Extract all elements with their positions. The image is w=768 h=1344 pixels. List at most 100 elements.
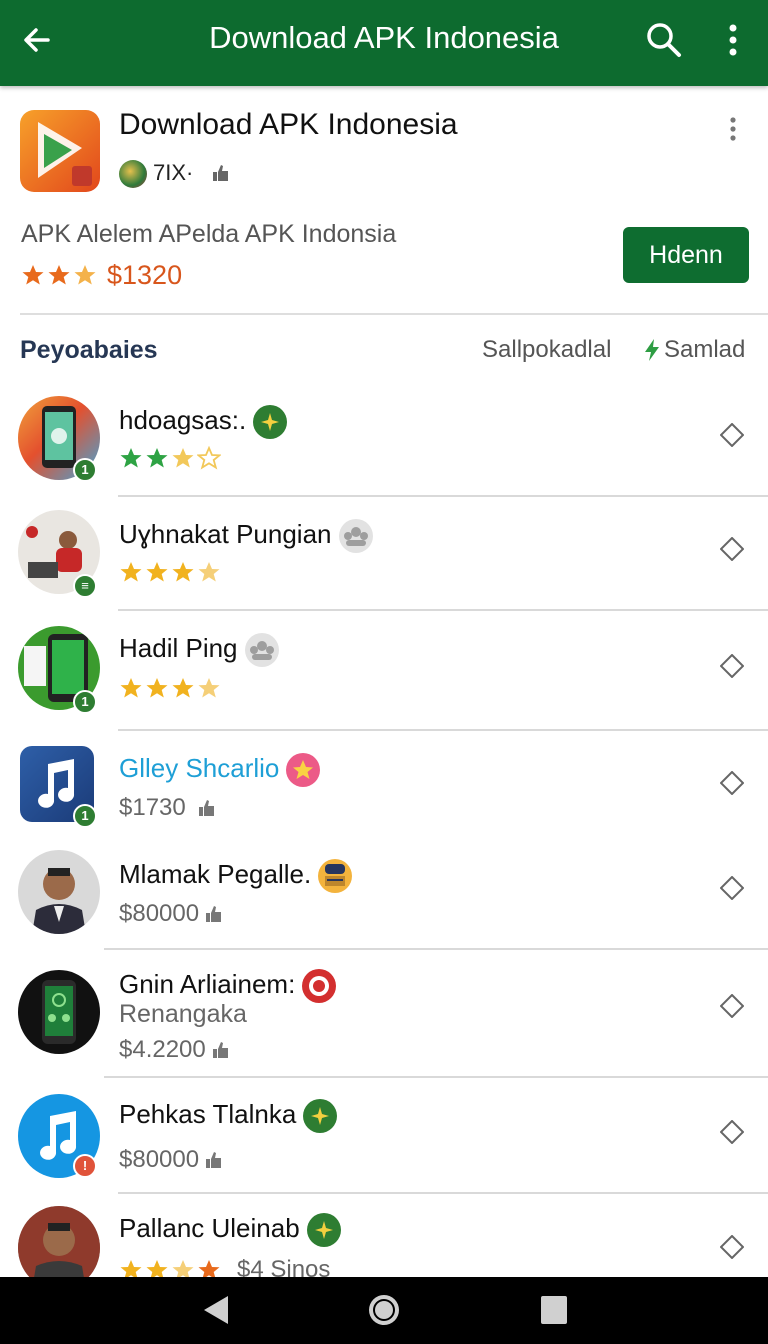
search-icon[interactable] [642, 18, 686, 62]
system-nav-bar [0, 1277, 768, 1344]
developer-name[interactable]: 7IX· [153, 160, 193, 186]
nav-home-icon[interactable] [364, 1292, 404, 1328]
list-item[interactable]: Gnin Arliainem: Renangaka $4.2200 [0, 962, 768, 1078]
diamond-icon[interactable] [720, 654, 744, 678]
app-thumbnail [18, 850, 100, 934]
status-badge: 1 [73, 690, 97, 714]
thumbs-up-icon [206, 1152, 222, 1168]
app-price: $4.2200 [119, 1036, 206, 1063]
diamond-icon[interactable] [720, 876, 744, 900]
install-button[interactable]: Hdenn [623, 227, 749, 283]
section-link-primary[interactable]: Sallpokadlal [482, 336, 611, 364]
nav-back-icon[interactable] [196, 1292, 236, 1328]
app-rating [119, 676, 223, 700]
list-item[interactable]: 1 Hadil Ping [0, 620, 768, 731]
divider [118, 609, 768, 611]
divider [118, 1192, 768, 1194]
star-icon [146, 1260, 168, 1277]
app-rating [119, 446, 223, 470]
list-item[interactable]: ≡ Uɣhnakat Pungian [0, 506, 768, 612]
app-name: Glley Shcarlio [119, 752, 321, 788]
app-price: $1730 [119, 794, 186, 821]
app-title: Download APK Indonesia [119, 108, 458, 141]
app-rating [119, 560, 223, 584]
app-name: Uɣhnakat Pungian [119, 518, 374, 554]
group-badge-icon [338, 519, 373, 553]
section-link-secondary[interactable]: Samlad [642, 336, 745, 364]
star-icon [120, 678, 142, 698]
app-price-row: $80000 [119, 900, 223, 928]
star-half-icon [172, 448, 194, 468]
app-price: $1320 [107, 259, 183, 290]
section-link-label: Samlad [664, 336, 746, 363]
app-name: Gnin Arliainem: [119, 968, 337, 1004]
star-half-icon [198, 562, 220, 582]
app-thumbnail [18, 970, 100, 1054]
thumbs-up-icon [206, 906, 222, 922]
star-empty-icon [197, 446, 221, 470]
star-icon [120, 448, 142, 468]
thumbs-up-icon [198, 800, 214, 816]
app-price: $80000 [119, 900, 200, 927]
list-item[interactable]: 1 hdoagsas:. [0, 390, 768, 497]
nav-recents-icon[interactable] [534, 1292, 574, 1328]
star-badge-icon [286, 753, 321, 787]
star-icon [146, 678, 168, 698]
app-price-row: $1730 [119, 794, 216, 822]
divider [20, 313, 768, 315]
app-price-row: $80000 [119, 1146, 223, 1174]
star-icon [120, 562, 142, 582]
star-icon [172, 562, 194, 582]
app-description: APK Alelem APelda APK Indonsia [21, 220, 397, 248]
plus-badge-icon [253, 405, 288, 439]
divider [104, 948, 768, 950]
group-badge-icon [244, 633, 279, 667]
status-badge: 1 [73, 458, 97, 482]
thumbs-up-icon [213, 165, 228, 181]
diamond-icon[interactable] [720, 1235, 744, 1259]
more-vert-icon[interactable] [720, 116, 746, 142]
star-icon [48, 265, 70, 285]
app-price: $80000 [119, 1146, 200, 1173]
star-icon [120, 1260, 142, 1277]
record-badge-icon [302, 969, 337, 1003]
app-bar: Download APK Indonesia [0, 0, 768, 86]
app-name: Mlamak Pegalle. [119, 858, 353, 894]
status-badge: 1 [73, 804, 97, 828]
star-icon [198, 1260, 220, 1277]
app-name: hdoagsas:. [119, 404, 288, 440]
star-half-icon [198, 678, 220, 698]
diamond-icon[interactable] [720, 423, 744, 447]
diamond-icon[interactable] [720, 537, 744, 561]
divider [118, 729, 768, 731]
app-rating: $1320 [21, 258, 182, 292]
star-half-icon [172, 1260, 194, 1277]
star-half-icon [74, 265, 96, 285]
app-icon [20, 110, 100, 192]
diamond-icon[interactable] [720, 1120, 744, 1144]
app-rating: $4 Sinos [119, 1256, 330, 1277]
plus-badge-icon [303, 1099, 338, 1133]
status-badge: ≡ [73, 574, 97, 598]
divider [104, 1076, 768, 1078]
app-name: Hadil Ping [119, 632, 280, 668]
status-badge: ! [73, 1154, 97, 1178]
app-name: Pallanc Uleinab [119, 1212, 342, 1248]
star-icon [146, 562, 168, 582]
plus-badge-icon [306, 1213, 341, 1247]
diamond-icon[interactable] [720, 994, 744, 1018]
list-item[interactable]: ! Pehkas Tlalnka $80000 [0, 1088, 768, 1194]
list-item[interactable]: 1 Glley Shcarlio $1730 [0, 740, 768, 838]
bolt-icon [645, 339, 659, 361]
list-item[interactable]: Mlamak Pegalle. $80000 [0, 846, 768, 950]
star-icon [22, 265, 44, 285]
app-price-row: $4.2200 [119, 1036, 230, 1064]
app-name: Pehkas Tlalnka [119, 1098, 338, 1134]
diamond-icon[interactable] [720, 771, 744, 795]
section-title: Peyoabaies [20, 336, 158, 364]
more-vert-icon[interactable] [716, 18, 750, 62]
developer-avatar [119, 160, 147, 188]
face-badge-icon [318, 859, 353, 893]
list-item[interactable]: Pallanc Uleinab $4 Sinos [0, 1200, 768, 1277]
app-thumbnail [18, 1206, 100, 1277]
